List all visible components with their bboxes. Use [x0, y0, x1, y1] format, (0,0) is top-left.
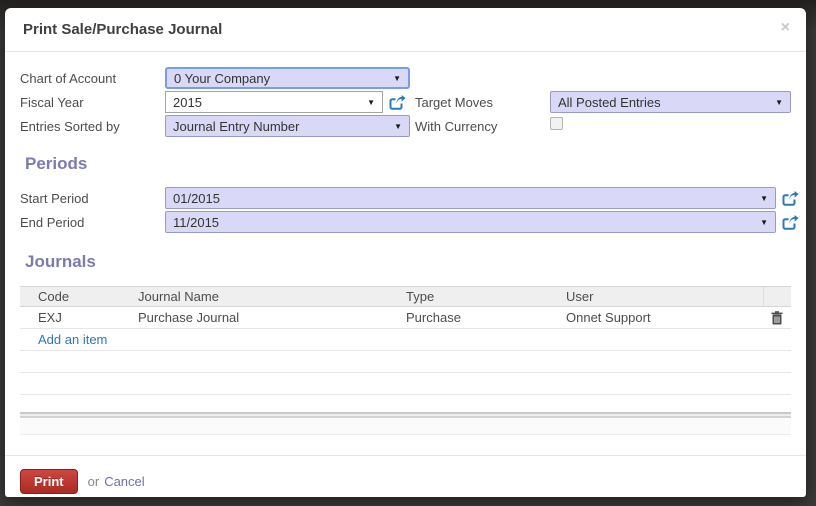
cancel-link[interactable]: Cancel: [104, 474, 144, 489]
dialog-titlebar: Print Sale/Purchase Journal ×: [5, 8, 806, 52]
with-currency-cell: [550, 117, 791, 135]
end-period-label: End Period: [20, 215, 85, 230]
journals-table-header: Code Journal Name Type User: [20, 286, 791, 307]
dialog-body: Chart of Account 0 Your Company ▼ Fiscal…: [5, 52, 806, 435]
with-currency-checkbox[interactable]: [550, 117, 563, 130]
add-an-item-link[interactable]: Add an item: [20, 332, 107, 347]
start-period-select[interactable]: 01/2015 ▼: [165, 187, 776, 209]
entries-sorted-by-label: Entries Sorted by: [20, 119, 120, 134]
end-period-value: 11/2015: [173, 214, 220, 230]
start-period-value: 01/2015: [173, 190, 220, 206]
target-moves-select[interactable]: All Posted Entries ▼: [550, 91, 791, 113]
entries-sorted-by-value: Journal Entry Number: [173, 118, 300, 134]
target-moves-value: All Posted Entries: [558, 94, 661, 110]
periods-heading: Periods: [25, 154, 88, 173]
close-icon[interactable]: ×: [781, 20, 790, 36]
add-item-row: Add an item: [20, 329, 791, 351]
empty-table-row: [20, 419, 791, 435]
chevron-down-icon: ▼: [760, 217, 768, 227]
target-moves-label: Target Moves: [415, 95, 494, 110]
col-header-delete: [763, 287, 791, 306]
end-period-row: End Period 11/2015 ▼: [20, 210, 799, 234]
dialog-footer: Print or Cancel: [5, 455, 806, 497]
fiscal-year-widget: 2015 ▼: [165, 91, 410, 113]
trash-icon[interactable]: [771, 310, 783, 325]
cell-delete: [763, 310, 791, 325]
or-text: or: [87, 473, 100, 489]
external-link-icon[interactable]: [389, 94, 406, 110]
external-link-icon[interactable]: [782, 214, 799, 230]
col-header-user: User: [566, 289, 594, 304]
col-header-type: Type: [406, 289, 435, 304]
col-header-journal-name: Journal Name: [138, 289, 219, 304]
journals-table: Code Journal Name Type User EXJ Purchase…: [20, 286, 791, 435]
chart-of-account-select[interactable]: 0 Your Company ▼: [165, 67, 410, 89]
start-period-row: Start Period 01/2015 ▼: [20, 186, 799, 210]
chart-of-account-label: Chart of Account: [20, 71, 117, 86]
col-header-code: Code: [38, 289, 70, 304]
external-link-icon[interactable]: [782, 190, 799, 206]
fiscal-year-input[interactable]: 2015 ▼: [165, 91, 383, 113]
fiscal-year-value: 2015: [173, 94, 202, 110]
entries-sorted-by-select[interactable]: Journal Entry Number ▼: [165, 115, 410, 137]
chevron-down-icon: ▼: [394, 121, 402, 131]
chevron-down-icon: ▼: [760, 193, 768, 203]
with-currency-label: With Currency: [415, 119, 498, 134]
end-period-select[interactable]: 11/2015 ▼: [165, 211, 776, 233]
cell-code: EXJ: [38, 310, 62, 325]
print-journal-dialog: Print Sale/Purchase Journal × Chart of A…: [5, 8, 806, 497]
cell-journal-name: Purchase Journal: [138, 310, 240, 325]
table-scroll-band: [20, 412, 791, 418]
empty-table-row: [20, 373, 791, 395]
chart-of-account-value: 0 Your Company: [174, 70, 271, 86]
cell-type: Purchase: [406, 310, 461, 325]
chevron-down-icon: ▼: [775, 97, 783, 107]
cell-user: Onnet Support: [566, 310, 651, 325]
top-field-grid: Chart of Account 0 Your Company ▼ Fiscal…: [20, 66, 791, 138]
table-row[interactable]: EXJ Purchase Journal Purchase Onnet Supp…: [20, 307, 791, 329]
journals-heading: Journals: [25, 252, 96, 271]
page-background: Print Sale/Purchase Journal × Chart of A…: [0, 0, 816, 506]
chevron-down-icon: ▼: [367, 97, 375, 107]
print-button[interactable]: Print: [20, 468, 78, 494]
dialog-title: Print Sale/Purchase Journal: [23, 21, 223, 38]
chevron-down-icon: ▼: [393, 73, 401, 83]
start-period-label: Start Period: [20, 191, 89, 206]
fiscal-year-label: Fiscal Year: [20, 95, 84, 110]
empty-table-row: [20, 351, 791, 373]
